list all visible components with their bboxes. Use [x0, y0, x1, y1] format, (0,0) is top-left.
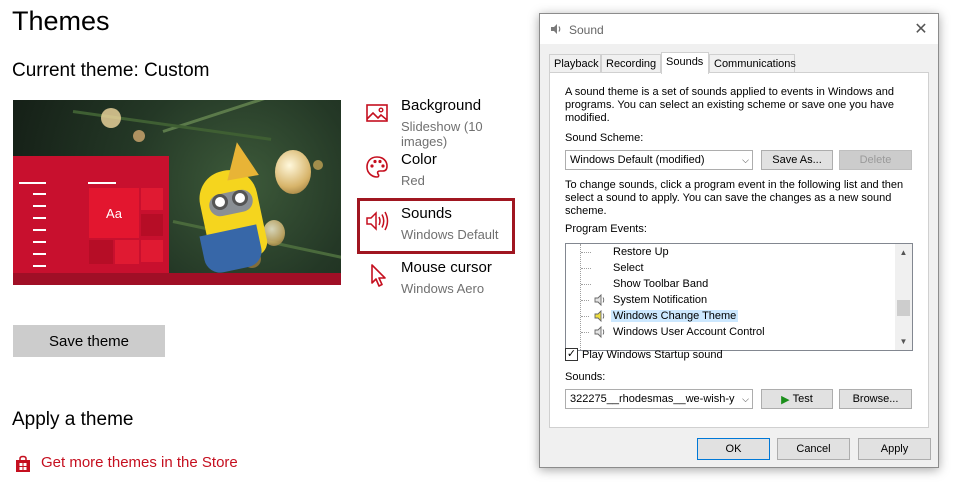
event-row[interactable]: Select — [566, 260, 896, 276]
event-name: Windows Change Theme — [611, 310, 739, 322]
tree-branch-line — [581, 268, 591, 269]
preview-tile — [89, 240, 113, 264]
sound-dialog: Sound ✕ Playback Recording Sounds Commun… — [539, 13, 939, 468]
event-name: System Notification — [613, 294, 708, 306]
bokeh-light — [101, 108, 121, 128]
menu-line — [33, 205, 46, 207]
tab-playback[interactable]: Playback — [549, 54, 601, 73]
test-label: Test — [792, 393, 813, 405]
preview-tile — [141, 240, 163, 262]
apply-theme-heading: Apply a theme — [12, 409, 134, 430]
minion-eye — [232, 190, 248, 206]
sound-scheme-dropdown[interactable]: Windows Default (modified) ⌵ — [565, 150, 753, 170]
ok-button[interactable]: OK — [697, 438, 770, 460]
bokeh-light — [313, 160, 323, 170]
tree-branch-line — [581, 300, 589, 301]
event-name: Windows User Account Control — [613, 326, 765, 338]
tab-recording[interactable]: Recording — [601, 54, 661, 73]
preview-taskbar — [13, 273, 341, 285]
dialog-title: Sound — [569, 23, 604, 37]
scroll-up-icon[interactable]: ▲ — [895, 244, 912, 261]
page-title: Themes — [12, 6, 110, 36]
preview-tile — [141, 214, 163, 236]
program-events-list[interactable]: Restore Up Select Show Toolbar Band Syst… — [565, 243, 913, 351]
palette-icon — [364, 154, 390, 180]
setting-mouse-cursor[interactable]: Mouse cursor Windows Aero — [362, 259, 532, 304]
apply-button[interactable]: Apply — [858, 438, 931, 460]
chevron-down-icon: ⌵ — [742, 394, 749, 404]
cursor-icon — [364, 262, 390, 288]
preview-tile-large: Aa — [89, 188, 139, 238]
setting-color[interactable]: Color Red — [362, 151, 532, 196]
program-events-label: Program Events: — [565, 223, 647, 235]
event-row[interactable]: System Notification — [566, 292, 896, 308]
sounds-label: Sounds: — [565, 371, 606, 383]
preview-tile — [141, 188, 163, 210]
menu-line — [88, 182, 116, 184]
change-sounds-instructions: To change sounds, click a program event … — [565, 179, 904, 217]
menu-line — [33, 265, 46, 267]
events-scrollbar[interactable]: ▲ ▼ — [895, 244, 912, 350]
browse-button[interactable]: Browse... — [839, 389, 912, 409]
scroll-down-icon[interactable]: ▼ — [895, 333, 912, 350]
sound-file-dropdown[interactable]: 322275__rhodesmas__we-wish-y ⌵ — [565, 389, 753, 409]
dialog-titlebar[interactable]: Sound ✕ — [540, 14, 938, 44]
tab-communications[interactable]: Communications — [709, 54, 796, 73]
sound-file-value: 322275__rhodesmas__we-wish-y — [570, 393, 735, 405]
play-icon: ▶ — [781, 393, 790, 406]
sound-theme-description: A sound theme is a set of sounds applied… — [565, 86, 894, 124]
save-as-button[interactable]: Save As... — [761, 150, 833, 170]
scroll-thumb[interactable] — [897, 300, 910, 316]
bokeh-light — [133, 130, 145, 142]
menu-line — [33, 241, 46, 243]
menu-line — [33, 229, 46, 231]
tree-branch-line — [581, 284, 591, 285]
current-theme-label: Current theme: Custom — [12, 60, 210, 81]
menu-line — [33, 217, 46, 219]
picture-icon — [364, 100, 390, 126]
setting-value: Windows Aero — [401, 281, 485, 296]
startup-sound-checkbox[interactable]: ✓ — [565, 348, 578, 361]
tree-branch-line — [581, 332, 589, 333]
startup-sound-label: Play Windows Startup sound — [582, 349, 723, 361]
setting-label: Mouse cursor — [401, 259, 492, 276]
preview-tile — [115, 240, 139, 264]
cancel-button[interactable]: Cancel — [777, 438, 850, 460]
setting-value: Red — [401, 173, 425, 188]
minion-eye — [212, 194, 228, 210]
event-row[interactable]: Restore Up — [566, 244, 896, 260]
chevron-down-icon: ⌵ — [742, 155, 749, 165]
tree-branch-line — [581, 252, 591, 253]
setting-background[interactable]: Background Slideshow (10 images) — [362, 97, 532, 149]
close-icon[interactable]: ✕ — [904, 14, 938, 44]
event-name: Show Toolbar Band — [613, 278, 709, 290]
menu-line — [33, 253, 46, 255]
event-name: Restore Up — [613, 246, 669, 258]
event-row[interactable]: Windows User Account Control — [566, 324, 896, 340]
tab-sounds[interactable]: Sounds — [661, 52, 709, 74]
event-name: Select — [613, 262, 644, 274]
setting-label: Background — [401, 97, 482, 114]
event-row-selected[interactable]: Windows Change Theme — [566, 308, 896, 324]
setting-label: Color — [401, 151, 437, 168]
menu-line — [33, 193, 46, 195]
sound-scheme-label: Sound Scheme: — [565, 132, 644, 144]
party-hat — [221, 139, 259, 181]
store-icon — [16, 455, 30, 472]
bell-ornament — [275, 150, 311, 194]
delete-button[interactable]: Delete — [839, 150, 912, 170]
theme-preview: Aa — [13, 100, 341, 285]
event-row[interactable]: Show Toolbar Band — [566, 276, 896, 292]
save-theme-button[interactable]: Save theme — [13, 325, 165, 357]
test-button[interactable]: ▶ Test — [761, 389, 833, 409]
store-link-label: Get more themes in the Store — [41, 454, 238, 471]
sound-scheme-value: Windows Default (modified) — [570, 154, 705, 166]
tree-branch-line — [581, 316, 589, 317]
speaker-icon — [593, 325, 607, 342]
sound-app-icon — [549, 22, 563, 39]
sounds-highlight-box — [357, 198, 515, 254]
menu-line — [19, 182, 46, 184]
setting-value: Slideshow (10 images) — [401, 119, 483, 149]
